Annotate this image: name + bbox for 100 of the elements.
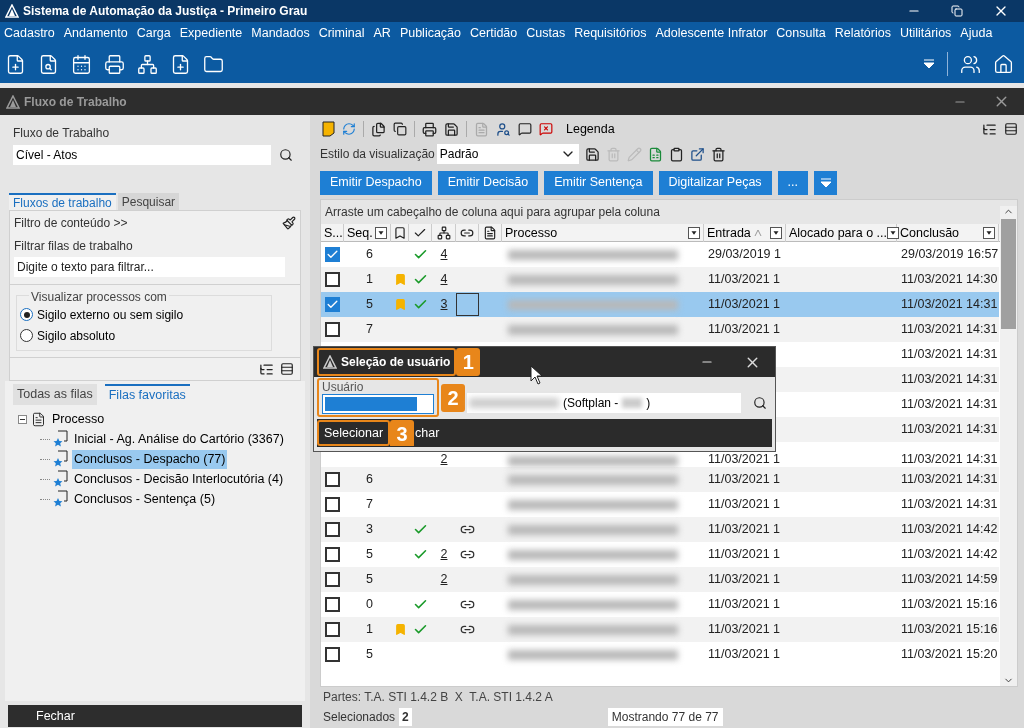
search-icon[interactable] <box>753 396 767 410</box>
table-row[interactable]: 6 11/03/2021 1 11/03/2021 14:31 <box>321 467 999 492</box>
list-view-icon[interactable] <box>1004 122 1018 136</box>
tree-item[interactable]: Conclusos - Sentença (5) <box>72 489 218 509</box>
close-button[interactable]: Fechar <box>8 705 302 727</box>
tree-view-icon[interactable] <box>982 121 997 137</box>
filter-dropdown-icon[interactable] <box>983 227 995 240</box>
row-checkbox[interactable] <box>325 522 340 537</box>
menu-item[interactable]: AR <box>373 24 391 43</box>
save-icon[interactable] <box>584 146 600 162</box>
radio-button[interactable] <box>20 308 33 321</box>
row-checkbox[interactable] <box>325 297 340 312</box>
spreadsheet-icon[interactable] <box>647 146 663 162</box>
file-plus-icon[interactable] <box>170 53 191 75</box>
comment-icon[interactable] <box>518 122 532 136</box>
users-icon[interactable] <box>960 53 981 75</box>
dropdown-icon[interactable] <box>923 59 935 69</box>
menu-item[interactable]: Consulta <box>776 24 826 43</box>
count-link[interactable]: 3 <box>440 295 448 314</box>
menu-item[interactable]: Utilitários <box>899 24 952 43</box>
filter-dropdown-icon[interactable] <box>688 227 700 240</box>
row-checkbox[interactable] <box>325 272 340 287</box>
user-name-field[interactable]: (Softplan - ) <box>467 393 741 413</box>
row-checkbox[interactable] <box>325 572 340 587</box>
bookmark-column-icon[interactable] <box>392 226 407 241</box>
menu-item[interactable]: Carga <box>136 24 171 43</box>
row-checkbox[interactable] <box>325 597 340 612</box>
focused-cell[interactable] <box>456 293 479 316</box>
count-link[interactable]: 2 <box>440 453 448 466</box>
close-button[interactable]: char <box>415 423 440 443</box>
printer-icon[interactable] <box>104 53 125 75</box>
menu-item[interactable]: Expediente <box>179 24 243 43</box>
sitemap-icon[interactable] <box>137 53 158 75</box>
table-row[interactable]: 1 4 11/03/2021 1 11/03/2021 14:30 <box>321 267 999 292</box>
user-code-field[interactable] <box>322 394 434 414</box>
row-checkbox[interactable] <box>325 647 340 662</box>
table-row[interactable]: 5 3 11/03/2021 1 11/03/2021 14:31 <box>321 292 999 317</box>
row-checkbox[interactable] <box>325 472 340 487</box>
menu-item[interactable]: Andamento <box>63 24 128 43</box>
tab[interactable]: Todas as filas <box>13 384 97 405</box>
tree-item[interactable]: Conclusos - Despacho (77) <box>72 449 228 469</box>
scrollbar[interactable] <box>1000 206 1017 686</box>
list-view-icon[interactable] <box>280 362 294 376</box>
filter-dropdown-icon[interactable] <box>770 227 782 240</box>
scrollbar-thumb[interactable] <box>1001 219 1016 329</box>
legend-label[interactable]: Legenda <box>566 119 615 139</box>
user-search-icon[interactable] <box>496 121 511 137</box>
row-checkbox[interactable] <box>325 322 340 337</box>
folder-icon[interactable] <box>203 53 224 75</box>
row-checkbox[interactable] <box>325 547 340 562</box>
menu-item[interactable]: Relatórios <box>834 24 891 43</box>
clipboard-icon[interactable] <box>668 146 684 162</box>
action-button[interactable]: Emitir Despacho <box>320 170 432 195</box>
table-row[interactable]: 5 2 11/03/2021 1 11/03/2021 14:59 <box>321 567 999 592</box>
count-link[interactable]: 2 <box>440 570 448 589</box>
more-actions-button[interactable] <box>814 170 838 195</box>
menu-item[interactable]: Cadastro <box>4 24 55 43</box>
file-plus-icon[interactable] <box>5 53 26 75</box>
tree-item[interactable]: Inicial - Ag. Análise do Cartório (3367) <box>72 429 286 449</box>
expander-icon[interactable] <box>18 414 27 424</box>
menu-item[interactable]: Adolescente Infrator <box>655 24 768 43</box>
menu-item[interactable]: Ajuda <box>960 24 993 43</box>
table-row[interactable]: 3 11/03/2021 1 11/03/2021 14:42 <box>321 517 999 542</box>
menu-item[interactable]: Criminal <box>318 24 365 43</box>
action-button[interactable]: Emitir Sentença <box>544 170 653 195</box>
menu-item[interactable]: Requisitórios <box>574 24 647 43</box>
count-link[interactable]: 2 <box>440 545 448 564</box>
row-checkbox[interactable] <box>325 247 340 262</box>
tree-view-icon[interactable] <box>259 361 274 377</box>
printer-icon[interactable] <box>422 121 437 137</box>
filter-dropdown-icon[interactable] <box>887 227 899 240</box>
action-button[interactable]: ... <box>777 170 809 195</box>
action-button[interactable]: Emitir Decisão <box>437 170 539 195</box>
search-icon[interactable] <box>279 148 293 162</box>
action-button[interactable]: Digitalizar Peças <box>658 170 772 195</box>
tree-item[interactable]: Processo <box>50 409 107 429</box>
tree-column-icon[interactable] <box>436 226 451 241</box>
radio-button[interactable] <box>20 329 33 342</box>
home-icon[interactable] <box>993 53 1014 75</box>
menu-item[interactable]: Mandados <box>251 24 310 43</box>
save-icon[interactable] <box>444 121 459 137</box>
count-link[interactable]: 4 <box>440 270 448 289</box>
filter-field[interactable]: Digite o texto para filtrar... <box>14 257 285 277</box>
table-row[interactable]: 1 11/03/2021 1 11/03/2021 15:16 <box>321 617 999 642</box>
comment-delete-icon[interactable] <box>539 122 553 136</box>
menu-item[interactable]: Publicação <box>399 24 462 43</box>
brush-icon[interactable] <box>282 216 296 230</box>
copy-icon[interactable] <box>393 122 407 136</box>
refresh-icon[interactable] <box>342 122 356 136</box>
note-icon[interactable] <box>322 121 335 137</box>
tab[interactable]: Fluxos de trabalho <box>9 193 116 210</box>
tree-item[interactable]: Conclusos - Decisão Interlocutória (4) <box>72 469 286 489</box>
count-link[interactable]: 4 <box>440 245 448 264</box>
row-checkbox[interactable] <box>325 622 340 637</box>
menu-item[interactable]: Certidão <box>470 24 518 43</box>
file-search-icon[interactable] <box>38 53 59 75</box>
tab[interactable]: Pesquisar <box>117 193 180 210</box>
calendar-icon[interactable] <box>71 53 92 75</box>
select-button[interactable]: Selecionar <box>317 420 391 446</box>
workflow-field[interactable]: Cível - Atos <box>13 145 271 165</box>
